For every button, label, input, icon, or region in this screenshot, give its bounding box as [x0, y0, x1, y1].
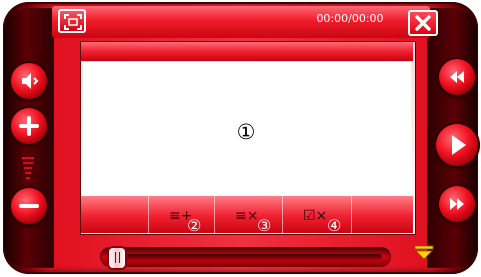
mute-button[interactable] [11, 63, 47, 99]
volume-up-button[interactable] [11, 108, 47, 144]
mute-icon [22, 73, 39, 89]
fullscreen-button[interactable] [58, 9, 86, 33]
close-icon [415, 15, 431, 31]
add-button-number: ② [187, 216, 202, 235]
collapse-button[interactable] [414, 245, 434, 261]
seek-bar-groove [118, 254, 382, 260]
remove-checked-button[interactable]: ☑× ④ [282, 196, 352, 235]
rewind-icon [450, 71, 464, 83]
remove-from-playlist-button[interactable]: ≡× ③ [214, 196, 282, 235]
fast-forward-button[interactable] [439, 186, 475, 222]
rewind-button[interactable] [439, 59, 475, 95]
remove-checked-button-number: ④ [327, 216, 342, 235]
volume-down-icon [19, 204, 39, 208]
list-remove-icon: ≡× [235, 208, 259, 224]
collapse-arrow-icon [414, 245, 434, 260]
close-button[interactable] [408, 10, 438, 36]
checked-remove-icon: ☑× [303, 208, 328, 224]
remove-button-number: ③ [257, 216, 272, 235]
fast-forward-icon [450, 198, 464, 210]
seek-thumb[interactable] [109, 248, 125, 268]
play-icon [452, 135, 466, 155]
time-display: 00:00/00:00 [316, 12, 384, 25]
fullscreen-icon [64, 14, 82, 30]
volume-up-icon [19, 116, 39, 136]
add-to-playlist-button[interactable]: ≡+ ② [148, 196, 214, 235]
playlist-header [81, 42, 413, 61]
play-button[interactable] [436, 124, 478, 166]
playlist-content-marker: ① [236, 120, 256, 144]
volume-level-indicator [21, 156, 35, 184]
volume-down-button[interactable] [11, 188, 47, 224]
